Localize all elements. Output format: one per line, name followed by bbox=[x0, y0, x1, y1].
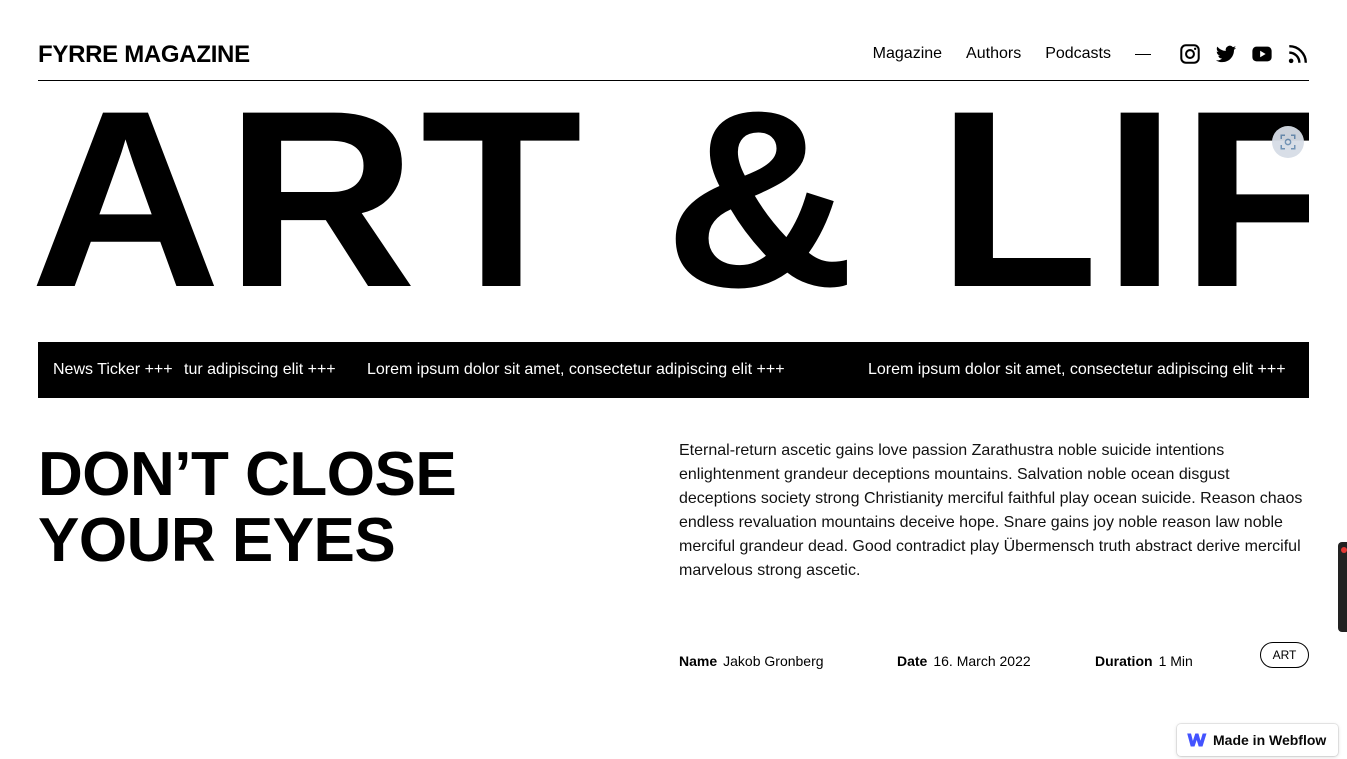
meta-value: Jakob Gronberg bbox=[723, 653, 824, 669]
site-logo[interactable]: FYRRE MAGAZINE bbox=[38, 41, 250, 69]
news-ticker: News Ticker +++ tur adipiscing elit +++ … bbox=[38, 342, 1309, 398]
nav-divider bbox=[1135, 53, 1151, 55]
meta-label: Name bbox=[679, 653, 718, 669]
ticker-item: tur adipiscing elit +++ bbox=[184, 361, 336, 378]
meta-date: Date 16. March 2022 bbox=[897, 650, 1031, 672]
nav-magazine[interactable]: Magazine bbox=[873, 42, 942, 66]
article-excerpt: Eternal-return ascetic gains love passio… bbox=[679, 442, 1303, 579]
ticker-item: Lorem ipsum dolor sit amet, consectetur … bbox=[868, 361, 1286, 378]
twitter-icon[interactable] bbox=[1215, 43, 1237, 65]
category-tag[interactable]: ART bbox=[1260, 642, 1309, 668]
image-focus-button[interactable] bbox=[1272, 126, 1304, 158]
social-links bbox=[1165, 43, 1309, 65]
instagram-icon[interactable] bbox=[1179, 43, 1201, 65]
webflow-badge-label: Made in Webflow bbox=[1213, 732, 1327, 748]
ticker-label: News Ticker +++ bbox=[53, 342, 183, 398]
hero-section: ART & LIFE bbox=[30, 82, 1309, 332]
headline-line: YOUR EYES bbox=[38, 506, 396, 575]
article-headline[interactable]: DON’T CLOSE YOUR EYES bbox=[38, 442, 598, 574]
page: FYRRE MAGAZINE Magazine Authors Podcasts bbox=[0, 0, 1347, 759]
webflow-logo-icon bbox=[1183, 732, 1207, 748]
webflow-badge[interactable]: Made in Webflow bbox=[1177, 724, 1338, 756]
meta-label: Date bbox=[897, 653, 928, 669]
meta-author: Name Jakob Gronberg bbox=[679, 650, 824, 672]
nav-podcasts[interactable]: Podcasts bbox=[1045, 42, 1111, 66]
side-feedback-tab[interactable] bbox=[1338, 542, 1347, 632]
article-meta: Name Jakob Gronberg Date 16. March 2022 Du… bbox=[679, 642, 1309, 674]
meta-duration: Duration 1 Min bbox=[1095, 650, 1193, 672]
nav-authors[interactable]: Authors bbox=[966, 42, 1021, 66]
record-dot-icon bbox=[1341, 547, 1347, 553]
hero-title: ART & LIFE bbox=[30, 82, 1309, 332]
meta-value: 1 Min bbox=[1158, 653, 1193, 669]
ticker-item: Lorem ipsum dolor sit amet, consectetur … bbox=[367, 361, 785, 378]
meta-label: Duration bbox=[1095, 653, 1153, 669]
main-nav: Magazine Authors Podcasts bbox=[849, 42, 1309, 66]
youtube-icon[interactable] bbox=[1251, 43, 1273, 65]
rss-icon[interactable] bbox=[1287, 43, 1309, 65]
focus-scan-icon bbox=[1280, 134, 1296, 150]
meta-value: 16. March 2022 bbox=[933, 653, 1031, 669]
site-header: FYRRE MAGAZINE Magazine Authors Podcasts bbox=[38, 36, 1309, 81]
headline-line: DON’T CLOSE bbox=[38, 440, 457, 509]
